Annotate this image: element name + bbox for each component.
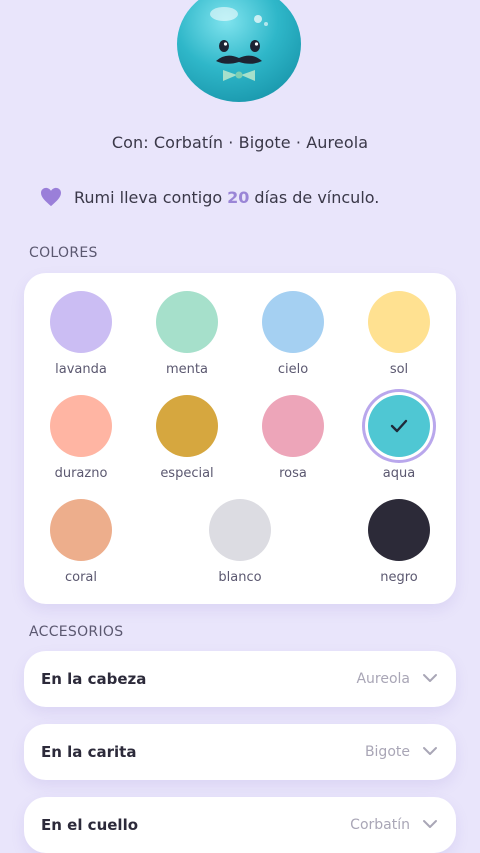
accessories-summary: Con: Corbatín · Bigote · Aureola [111,133,369,152]
color-label-sol: sol [389,362,409,377]
chevron-down-icon [423,674,437,682]
color-label-rosa: rosa [279,466,307,481]
color-label-lavanda: lavanda [55,362,107,377]
color-label-aqua: aqua [382,466,416,481]
accessory-slot-label: En la cabeza [41,670,147,688]
color-label-negro: negro [380,570,418,585]
color-label-cielo: cielo [277,362,309,377]
color-swatch-durazno[interactable] [50,395,112,457]
colors-section-title: COLORES [29,245,98,261]
chevron-down-icon [423,820,437,828]
color-swatch-negro[interactable] [368,499,430,561]
customize-screen: Con: Corbatín · Bigote · Aureola Rumi ll… [0,0,480,853]
color-label-menta: menta [166,362,208,377]
color-swatch-cielo[interactable] [262,291,324,353]
bond-days: 20 [227,187,250,207]
accessory-dropdown[interactable]: En el cuello Corbatín [24,797,456,853]
color-label-durazno: durazno [54,466,108,481]
check-icon [368,395,430,457]
accessory-dropdown[interactable]: En la cabeza Aureola [24,651,456,707]
accessory-dropdown[interactable]: En la carita Bigote [24,724,456,780]
accessory-selected-value: Aureola [356,671,410,687]
color-label-blanco: blanco [218,570,262,585]
colors-card: lavanda menta cielo sol durazno especial rosa a… [24,273,456,604]
accessories-section-title: ACCESORIOS [29,624,124,640]
color-swatch-sol[interactable] [368,291,430,353]
accessory-slot-label: En el cuello [41,816,139,834]
color-swatch-rosa[interactable] [262,395,324,457]
color-swatch-coral[interactable] [50,499,112,561]
color-label-coral: coral [64,570,98,585]
bond-suffix: días de vínculo. [254,187,380,207]
accessory-selected-value: Corbatín [350,817,410,833]
color-swatch-menta[interactable] [156,291,218,353]
pet-avatar[interactable] [176,0,302,104]
chevron-down-icon [423,747,437,755]
color-label-especial: especial [160,466,214,481]
color-swatch-aqua[interactable] [368,395,430,457]
color-swatch-lavanda[interactable] [50,291,112,353]
accessory-slot-label: En la carita [41,743,137,761]
color-swatch-especial[interactable] [156,395,218,457]
heart-icon [41,187,61,207]
accessory-selected-value: Bigote [364,744,410,760]
bond-status: Rumi lleva contigo 20 días de vínculo. [40,186,379,208]
color-swatch-blanco[interactable] [209,499,271,561]
bond-prefix: Rumi lleva contigo [74,187,223,207]
